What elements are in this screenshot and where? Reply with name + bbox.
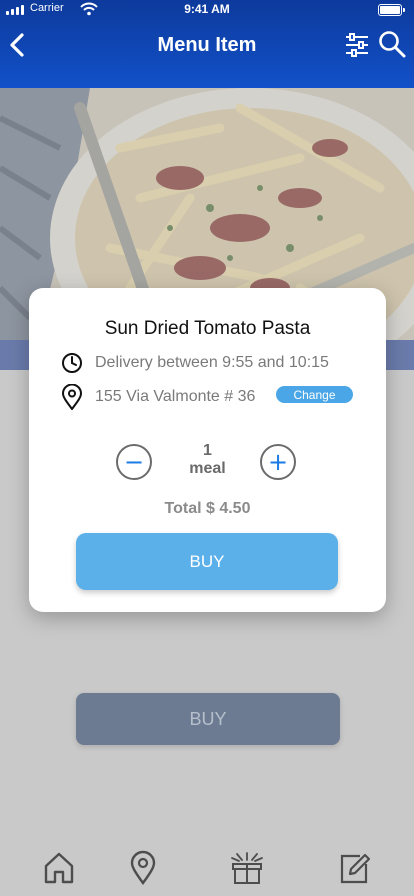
change-address-button[interactable]: Change — [276, 386, 353, 403]
increment-button[interactable]: + — [260, 444, 296, 480]
home-icon[interactable] — [41, 850, 77, 886]
decrement-button[interactable]: − — [116, 444, 152, 480]
filter-button[interactable] — [344, 32, 370, 58]
edit-icon[interactable] — [336, 850, 372, 886]
quantity-unit: meal — [189, 460, 226, 477]
tab-bar — [0, 836, 414, 896]
gift-icon[interactable] — [229, 850, 265, 886]
app-header: Carrier 9:41 AM Menu Item — [0, 0, 414, 88]
total-price: Total $ 4.50 — [164, 500, 251, 517]
battery-icon — [378, 4, 405, 16]
quantity-display: 1 meal — [179, 442, 236, 478]
delivery-row: Delivery between 9:55 and 10:15 — [61, 352, 329, 374]
page-buy-button: BUY — [76, 693, 340, 745]
clock-icon — [62, 353, 82, 373]
clock: 9:41 AM — [184, 2, 230, 16]
order-dialog: Sun Dried Tomato Pasta Delivery between … — [29, 288, 386, 612]
address-row: 155 Via Valmonte # 36 — [61, 384, 255, 410]
status-bar: Carrier 9:41 AM — [0, 0, 414, 20]
location-pin-icon — [61, 384, 83, 410]
location-pin-icon[interactable] — [125, 850, 161, 886]
delivery-address: 155 Via Valmonte # 36 — [95, 388, 256, 405]
search-button[interactable] — [378, 30, 406, 58]
buy-button[interactable]: BUY — [76, 533, 338, 590]
quantity-value: 1 — [203, 442, 212, 459]
delivery-window: Delivery between 9:55 and 10:15 — [95, 354, 329, 371]
item-name: Sun Dried Tomato Pasta — [104, 318, 311, 339]
